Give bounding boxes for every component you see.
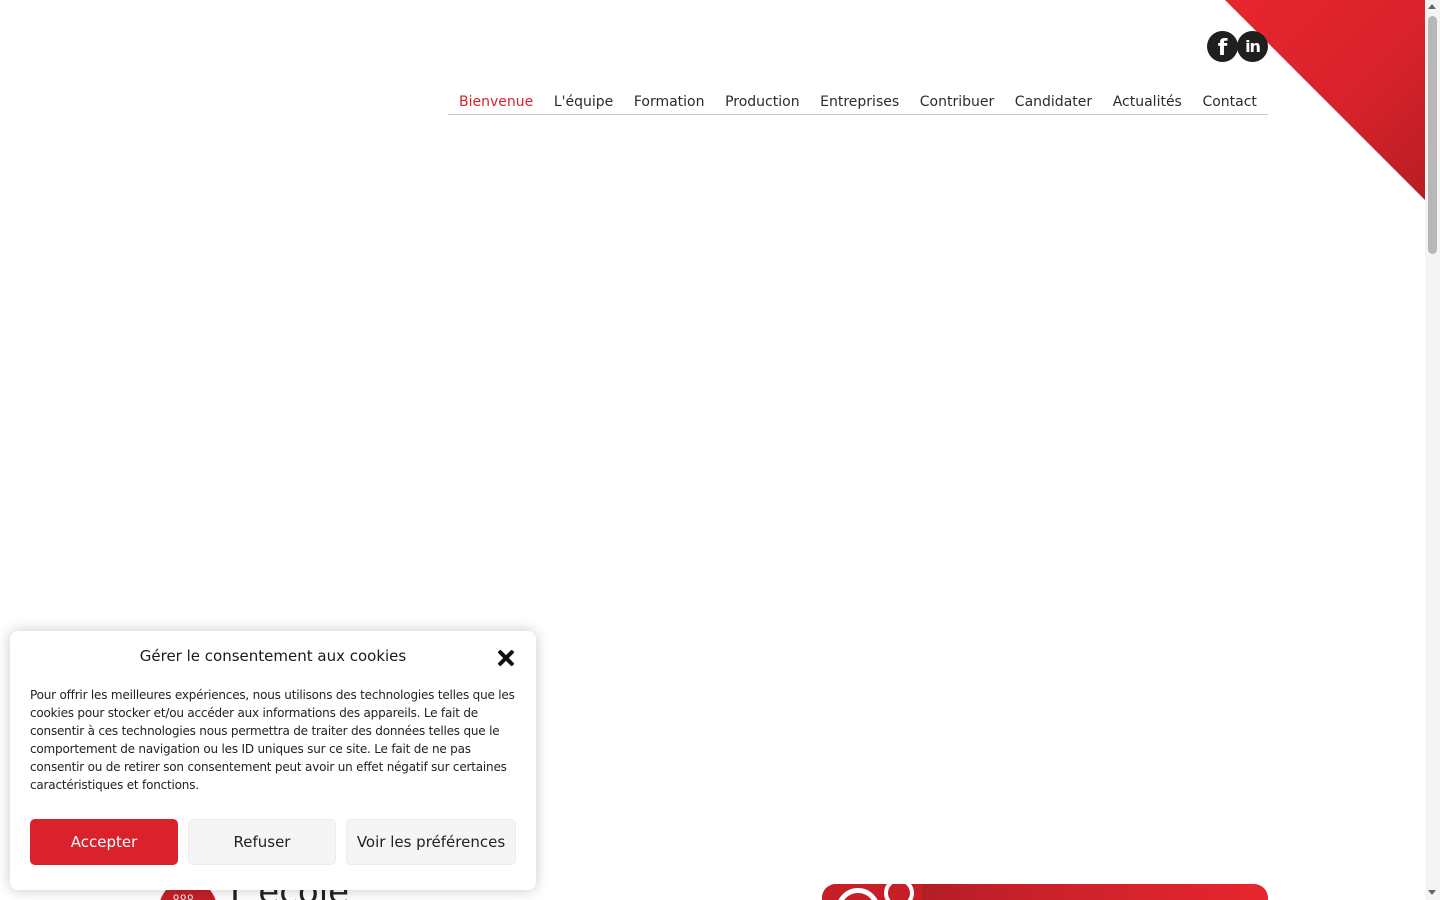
close-icon[interactable] xyxy=(496,648,516,668)
scroll-up-arrow-icon[interactable] xyxy=(1428,4,1436,9)
nav-item-formation[interactable]: Formation xyxy=(634,87,705,117)
linkedin-icon: in xyxy=(1245,37,1261,56)
nav-item-candidater[interactable]: Candidater xyxy=(1015,87,1092,117)
nav-item-entreprises[interactable]: Entreprises xyxy=(820,87,899,117)
cookie-buttons: Accepter Refuser Voir les préférences xyxy=(30,819,516,865)
social-links: f in xyxy=(1207,31,1268,62)
cookie-dialog-title: Gérer le consentement aux cookies xyxy=(139,647,407,665)
refuse-button[interactable]: Refuser xyxy=(188,819,336,865)
preferences-button[interactable]: Voir les préférences xyxy=(346,819,516,865)
nav-item-equipe[interactable]: L'équipe xyxy=(554,87,613,117)
page-scrollbar[interactable] xyxy=(1425,0,1440,900)
main-nav: Bienvenue L'équipe Formation Production … xyxy=(448,88,1268,115)
hero-banner xyxy=(822,884,1268,900)
nav-item-bienvenue[interactable]: Bienvenue xyxy=(459,87,533,117)
facebook-icon: f xyxy=(1217,35,1228,61)
nav-item-contribuer[interactable]: Contribuer xyxy=(920,87,994,117)
nav-item-production[interactable]: Production xyxy=(725,87,799,117)
scroll-down-arrow-icon[interactable] xyxy=(1428,890,1436,895)
cookie-consent-dialog: Gérer le consentement aux cookies Pour o… xyxy=(10,631,536,890)
cookie-description: Pour offrir les meilleures expériences, … xyxy=(30,688,515,792)
linkedin-link[interactable]: in xyxy=(1237,31,1268,62)
accept-button[interactable]: Accepter xyxy=(30,819,178,865)
nav-item-actualites[interactable]: Actualités xyxy=(1113,87,1182,117)
scroll-thumb[interactable] xyxy=(1428,16,1437,254)
page: f in Bienvenue L'équipe Formation Produc… xyxy=(0,0,1440,900)
swirl-logo-icon xyxy=(822,884,922,900)
logo-dots-icon: ooo xyxy=(173,892,195,900)
nav-item-contact[interactable]: Contact xyxy=(1202,87,1256,117)
facebook-link[interactable]: f xyxy=(1207,31,1238,62)
